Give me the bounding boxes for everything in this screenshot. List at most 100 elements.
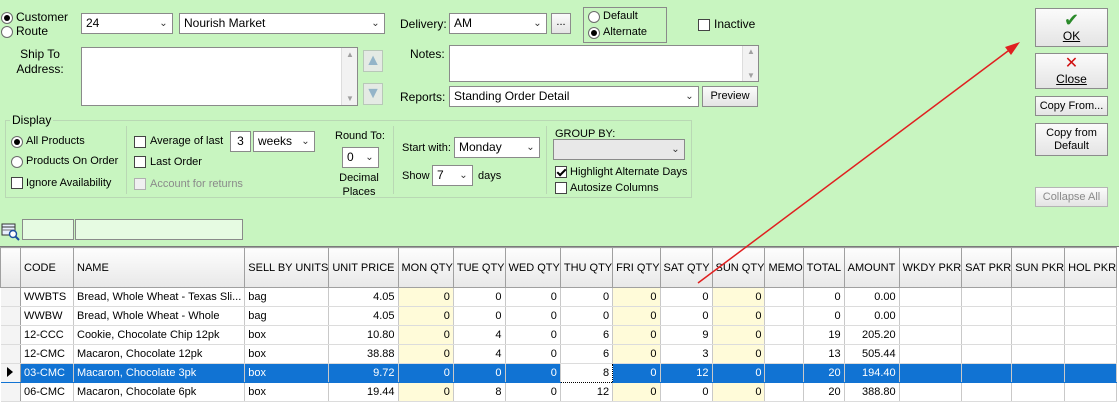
cell-mon[interactable]: 0 [398,382,454,402]
cell-amount[interactable]: 388.80 [844,382,900,402]
round-to-select[interactable]: 0 ⌄ [342,147,379,168]
cell-sun[interactable]: 0 [712,306,766,326]
cell-sun[interactable]: 0 [712,363,766,383]
table-row[interactable]: 06-CMC Macaron, Chocolate 6pk box 19.44 0 8 0 1… [0,382,1118,402]
cell-sun[interactable]: 0 [712,382,766,402]
cell-packer[interactable] [899,306,963,326]
cell-amount[interactable]: 505.44 [844,344,900,364]
all-products-radio[interactable] [11,136,23,148]
column-header-name[interactable]: NAME [72,247,246,288]
cell-sat[interactable]: 0 [660,382,713,402]
cell-mon[interactable]: 0 [398,306,454,326]
cell-tue[interactable]: 0 [453,287,506,307]
cell-packer[interactable] [1064,363,1118,383]
cell-unit[interactable]: box [244,363,330,383]
filter-name-input[interactable] [75,219,243,240]
cell-memo[interactable] [764,325,804,345]
column-header-sun-pkr[interactable]: SUN PKR [1011,247,1066,288]
copy-from-button[interactable]: Copy From... [1035,96,1108,116]
cell-name[interactable]: Macaron, Chocolate 12pk [73,344,246,364]
ok-button[interactable]: ✔ OK [1035,8,1108,47]
column-header-sun-qty[interactable]: SUN QTY [711,247,766,288]
cell-packer[interactable] [961,344,1013,364]
group-by-select[interactable]: ⌄ [553,139,685,160]
cell-amount[interactable]: 0.00 [844,287,900,307]
cell-packer[interactable] [961,382,1013,402]
cell-packer[interactable] [961,363,1013,383]
cell-packer[interactable] [1064,382,1118,402]
column-header-wed-qty[interactable]: WED QTY [504,247,561,288]
cell-tue[interactable]: 4 [453,344,506,364]
cell-sun[interactable]: 0 [712,287,766,307]
cell-packer[interactable] [1064,306,1118,326]
grid-filter-icon[interactable] [1,222,20,241]
scrollbar[interactable]: ▲ ▼ [742,46,758,81]
cell-packer[interactable] [899,325,963,345]
notes-field[interactable]: ▲ ▼ [449,45,759,82]
cell-packer[interactable] [1011,325,1066,345]
cell-packer[interactable] [1011,382,1066,402]
column-header-unit-price[interactable]: UNIT PRICE [328,247,399,288]
column-header-total[interactable]: TOTAL [802,247,845,288]
cell-price[interactable]: 19.44 [328,382,399,402]
cell-price[interactable]: 10.80 [328,325,399,345]
cell-packer[interactable] [961,306,1013,326]
cell-sat[interactable]: 0 [660,287,713,307]
cell-packer[interactable] [1064,325,1118,345]
column-header-sat-pkr[interactable]: SAT PKR [961,247,1013,288]
cell-amount[interactable]: 0.00 [844,306,900,326]
cell-total[interactable]: 20 [803,382,845,402]
autosize-columns-checkbox[interactable] [555,182,567,194]
delivery-browse-button[interactable]: ... [551,13,571,34]
cell-code[interactable]: 03-CMC [20,363,74,383]
table-row[interactable]: 12-CMC Macaron, Chocolate 12pk box 38.88 0 4 0… [0,344,1118,364]
column-header-sat-qty[interactable]: SAT QTY [659,247,713,288]
cell-code[interactable]: 06-CMC [20,382,74,402]
cell-wed[interactable]: 0 [505,325,561,345]
cell-wed[interactable]: 0 [505,287,561,307]
table-row[interactable]: WWBTS Bread, Whole Wheat - Texas Sli... ba… [0,287,1118,307]
cell-unit[interactable]: box [244,325,330,345]
cell-total[interactable]: 13 [803,344,845,364]
ship-to-address-field[interactable]: ▲ ▼ [81,47,358,106]
cell-sat[interactable]: 12 [660,363,713,383]
cell-mon[interactable]: 0 [398,325,454,345]
cell-sat[interactable]: 3 [660,344,713,364]
cell-name[interactable]: Macaron, Chocolate 6pk [73,382,246,402]
average-count-input[interactable]: 3 [230,131,251,152]
highlight-alternate-days-checkbox[interactable] [555,166,567,178]
cell-packer[interactable] [961,325,1013,345]
ignore-availability-checkbox[interactable] [11,177,23,189]
customer-id-select[interactable]: 24 ⌄ [81,13,173,34]
cell-name[interactable]: Bread, Whole Wheat - Whole [73,306,246,326]
cell-memo[interactable] [764,382,804,402]
cell-name[interactable]: Bread, Whole Wheat - Texas Sli... [73,287,246,307]
start-with-select[interactable]: Monday ⌄ [454,137,540,158]
cell-mon[interactable]: 0 [398,363,454,383]
cell-unit[interactable]: bag [244,287,330,307]
filter-code-input[interactable] [22,219,74,240]
cell-memo[interactable] [764,344,804,364]
delivery-select[interactable]: AM ⌄ [449,13,547,34]
cell-packer[interactable] [1011,344,1066,364]
table-row[interactable]: 12-CCC Cookie, Chocolate Chip 12pk box 10.8… [0,325,1118,345]
cell-sat[interactable]: 0 [660,306,713,326]
cell-tue[interactable]: 8 [453,382,506,402]
cell-thu[interactable]: 6 [560,344,614,364]
cell-mon[interactable]: 0 [398,287,454,307]
inactive-checkbox[interactable] [698,19,710,31]
cell-thu[interactable]: 0 [560,287,614,307]
cell-name[interactable]: Macaron, Chocolate 3pk [73,363,246,383]
cell-packer[interactable] [899,382,963,402]
cell-packer[interactable] [1011,306,1066,326]
customer-radio[interactable] [1,12,13,24]
alternate-radio[interactable] [588,27,600,39]
cell-fri[interactable]: 0 [612,287,661,307]
cell-tue[interactable]: 0 [453,306,506,326]
cell-code[interactable]: 12-CMC [20,344,74,364]
customer-name-select[interactable]: Nourish Market ⌄ [179,13,385,34]
row-indicator[interactable] [0,382,21,402]
cell-packer[interactable] [961,287,1013,307]
column-header-amount[interactable]: AMOUNT [843,247,900,288]
table-row[interactable]: WWBW Bread, Whole Wheat - Whole bag 4.05 0 0 0… [0,306,1118,326]
